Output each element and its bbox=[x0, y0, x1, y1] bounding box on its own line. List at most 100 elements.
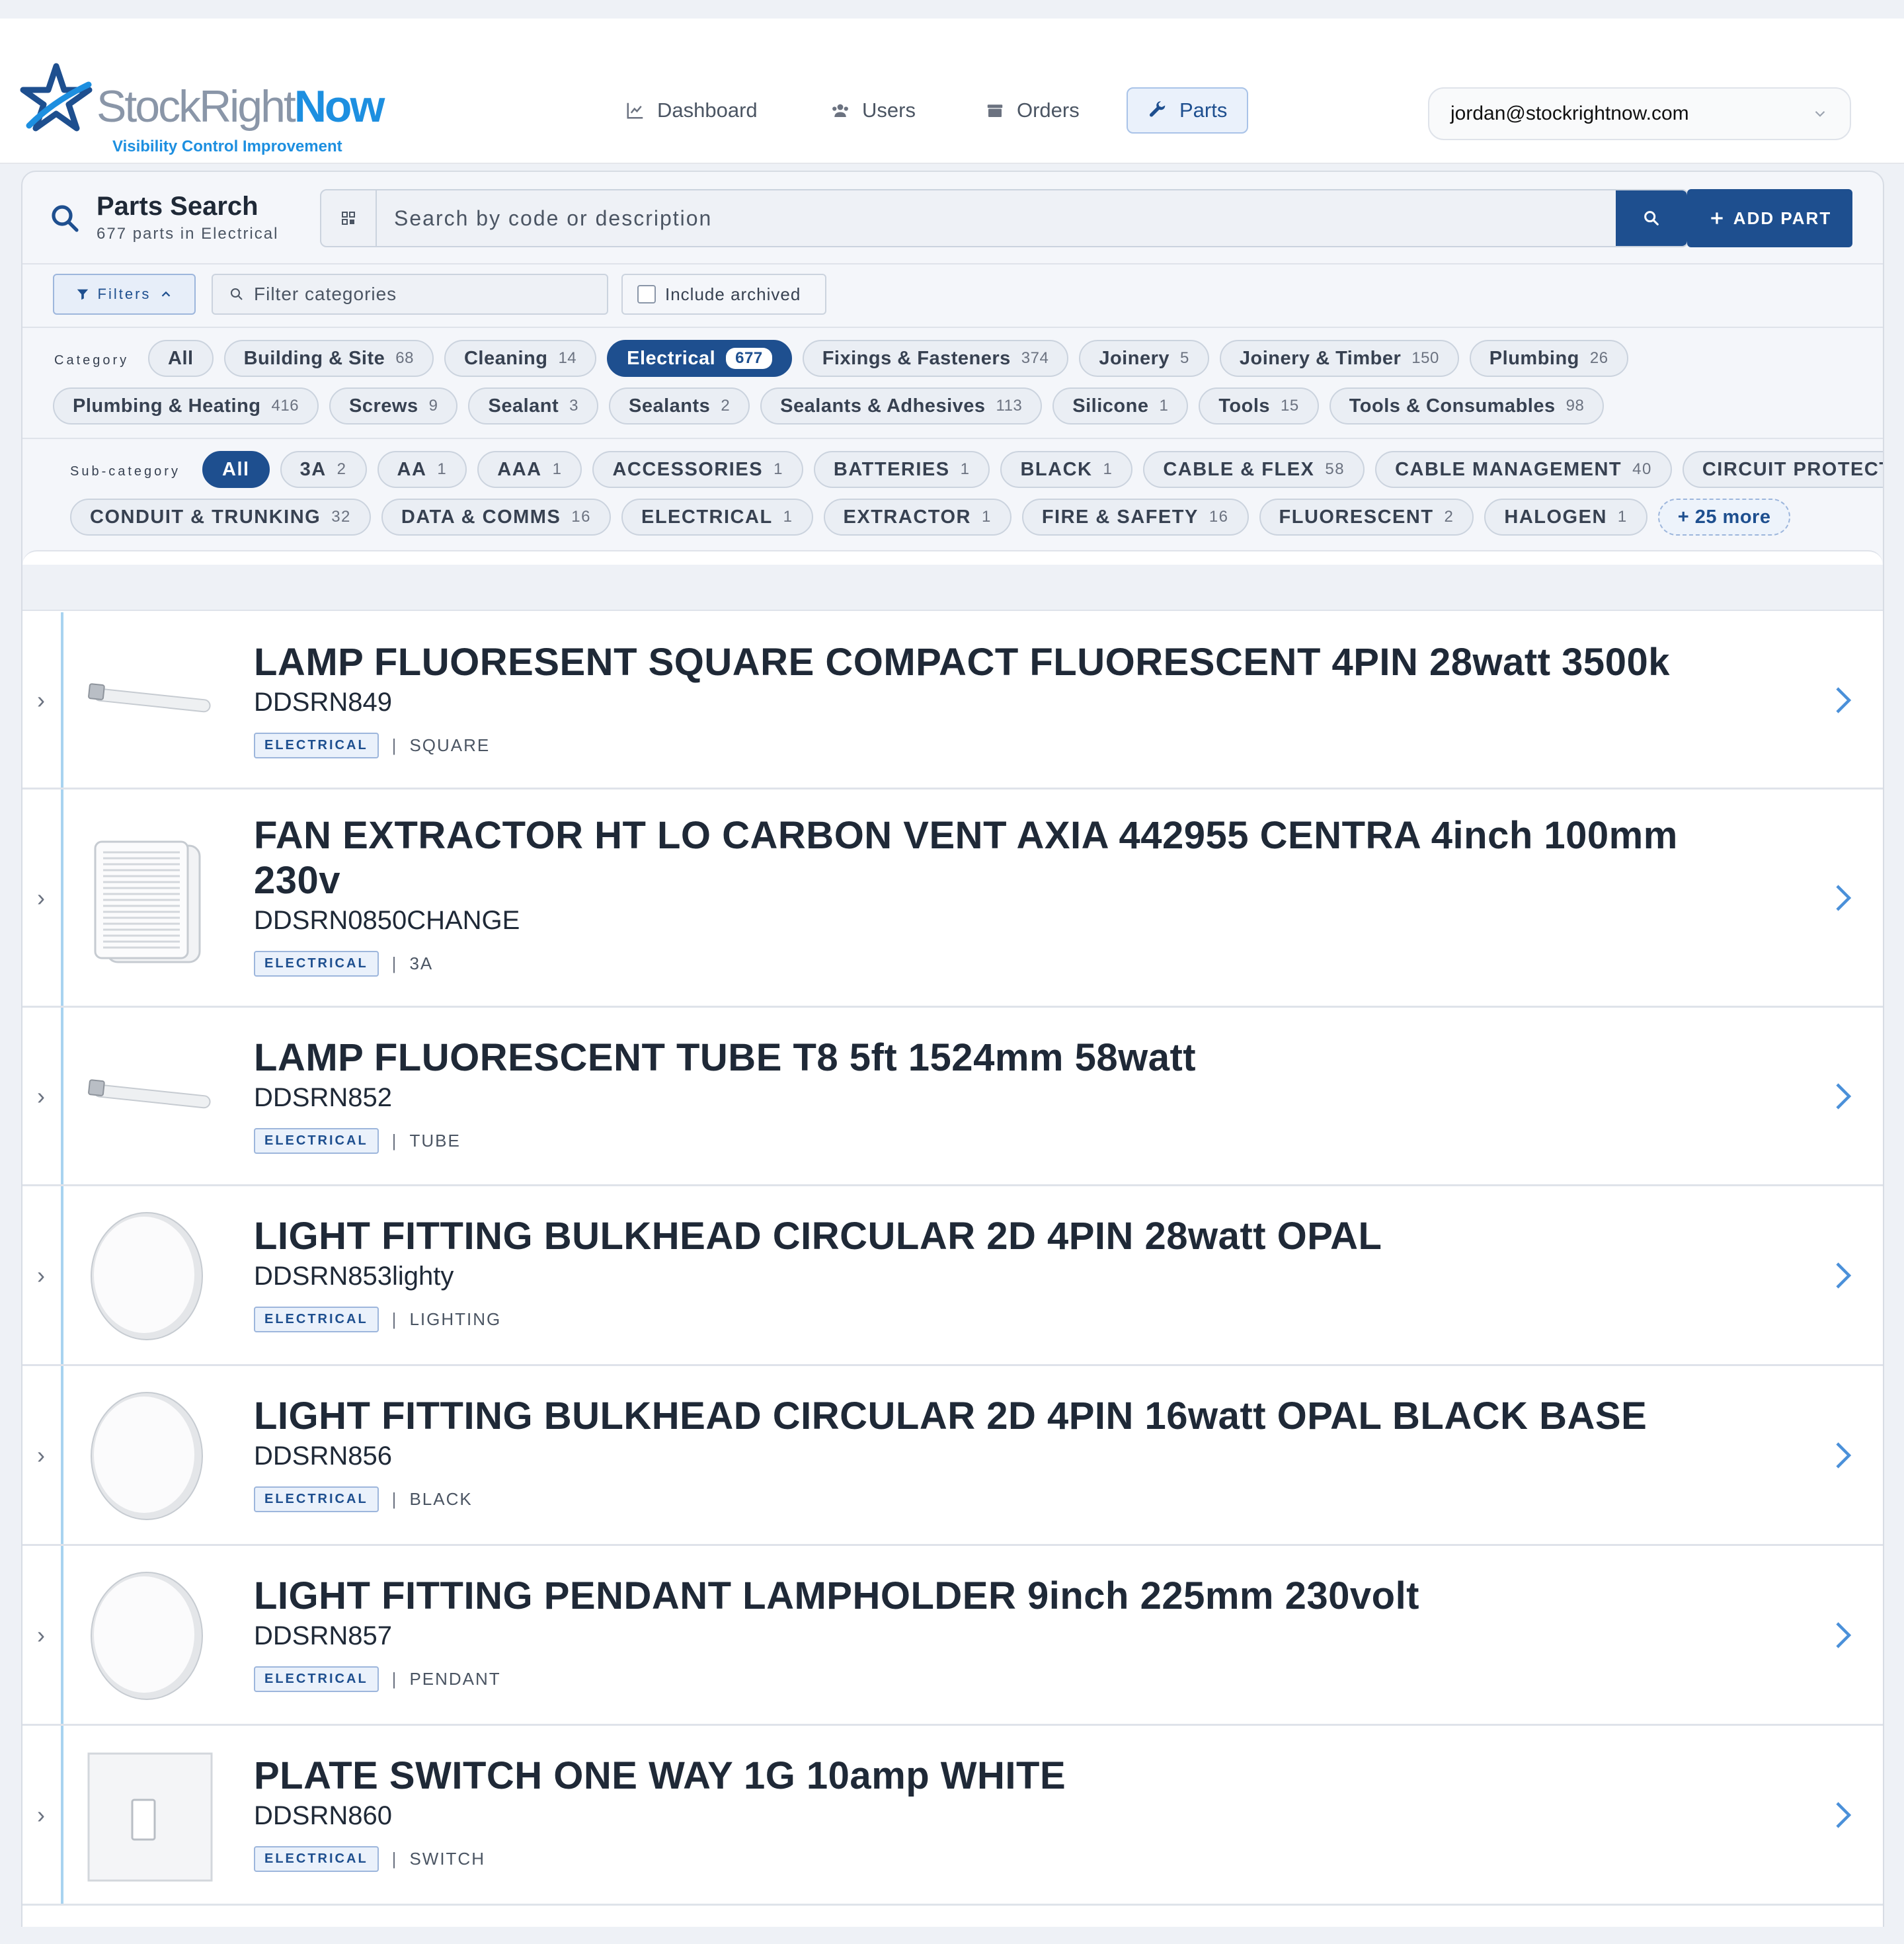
chip-label: Sealants bbox=[629, 395, 711, 417]
subcategory-chip-fire-and-safety[interactable]: FIRE & SAFETY 16 bbox=[1021, 499, 1249, 536]
user-menu[interactable]: jordan@stockrightnow.com bbox=[1428, 87, 1851, 140]
chip-count: 32 bbox=[331, 508, 351, 526]
category-chip-joinery[interactable]: Joinery 5 bbox=[1079, 340, 1209, 377]
archived-checkbox[interactable] bbox=[637, 285, 656, 304]
part-row[interactable]: › PLATE SWITCH ONE WAY 1G 10amp WHITE DDSR… bbox=[22, 1726, 1883, 1906]
expand-toggle[interactable]: › bbox=[22, 1186, 63, 1364]
nav-users[interactable]: Users bbox=[809, 87, 937, 134]
subcategory-chip-cable-management[interactable]: CABLE MANAGEMENT 40 bbox=[1375, 451, 1672, 488]
chevron-right-icon[interactable] bbox=[1831, 1619, 1855, 1651]
category-chip-silicone[interactable]: Silicone 1 bbox=[1052, 387, 1189, 425]
chip-count: 1 bbox=[437, 460, 448, 478]
category-chip-electrical[interactable]: Electrical 677 bbox=[607, 340, 792, 377]
subcategory-chip-aa[interactable]: AA 1 bbox=[377, 451, 467, 488]
search-button[interactable] bbox=[1616, 190, 1687, 246]
chip-count: 1 bbox=[1103, 460, 1113, 478]
tag-separator: | bbox=[391, 1849, 397, 1869]
nav-dashboard[interactable]: Dashboard bbox=[604, 87, 779, 134]
chip-count: 1 bbox=[552, 460, 563, 478]
subcategory-chip-conduit-and-trunking[interactable]: CONDUIT & TRUNKING 32 bbox=[70, 499, 371, 536]
search-input[interactable]: Search by code or description bbox=[320, 189, 1688, 247]
category-chip-sealants-and-adhesives[interactable]: Sealants & Adhesives 113 bbox=[760, 387, 1043, 425]
nav-orders[interactable]: Orders bbox=[964, 87, 1101, 134]
subcategory-chip-batteries[interactable]: BATTERIES 1 bbox=[813, 451, 990, 488]
chevron-right-icon[interactable] bbox=[1831, 1080, 1855, 1112]
subcategory-chip-black[interactable]: BLACK 1 bbox=[1000, 451, 1133, 488]
chevron-right-icon[interactable] bbox=[1831, 684, 1855, 716]
category-filters: Category All Building & Site 68 Cleaning 14 E… bbox=[22, 328, 1883, 439]
subcategory-chip-cable-and-flex[interactable]: CABLE & FLEX 58 bbox=[1143, 451, 1365, 488]
expand-toggle[interactable]: › bbox=[22, 790, 63, 1006]
category-chip-sealant[interactable]: Sealant 3 bbox=[468, 387, 599, 425]
chip-count: 3 bbox=[569, 397, 579, 415]
chip-count: 416 bbox=[271, 397, 299, 415]
nav-parts[interactable]: Parts bbox=[1127, 87, 1249, 134]
category-chip-tools[interactable]: Tools 15 bbox=[1199, 387, 1319, 425]
category-chip-tools-and-consumables[interactable]: Tools & Consumables 98 bbox=[1329, 387, 1605, 425]
category-chip-cleaning[interactable]: Cleaning 14 bbox=[444, 340, 597, 377]
chip-label: BLACK bbox=[1020, 458, 1093, 480]
subcategory-chip-aaa[interactable]: AAA 1 bbox=[477, 451, 582, 488]
category-filter-input[interactable]: Filter categories bbox=[212, 274, 608, 315]
category-chip-sealants[interactable]: Sealants 2 bbox=[609, 387, 750, 425]
chip-count: 14 bbox=[558, 349, 577, 367]
chip-label: BATTERIES bbox=[833, 458, 950, 480]
subcategory-chip-fluorescent[interactable]: FLUORESCENT 2 bbox=[1259, 499, 1474, 536]
category-chip-plumbing[interactable]: Plumbing 26 bbox=[1469, 340, 1628, 377]
logo[interactable]: StockRightNow Visibility Control Improve… bbox=[20, 45, 403, 164]
part-tags: ELECTRICAL | TUBE bbox=[254, 1128, 461, 1154]
part-row[interactable]: › LIGHT FITTING BULKHEAD CIRCULAR 2D 4PIN… bbox=[22, 1186, 1883, 1366]
part-row[interactable]: › LIGHT FITTING PENDANT LAMPHOLDER 9inch … bbox=[22, 1546, 1883, 1726]
filters-label: Filters bbox=[97, 286, 151, 302]
category-chip-all[interactable]: All bbox=[148, 340, 214, 377]
add-part-button[interactable]: ADD PART bbox=[1687, 189, 1852, 247]
scan-icon[interactable] bbox=[321, 190, 377, 246]
category-chip-screws[interactable]: Screws 9 bbox=[329, 387, 458, 425]
part-image bbox=[86, 1390, 218, 1522]
part-row[interactable]: › FAN EXTRACTOR HT LO CARBON VENT AXIA 44… bbox=[22, 790, 1883, 1008]
include-archived-toggle[interactable]: Include archived bbox=[621, 274, 826, 315]
expand-toggle[interactable]: › bbox=[22, 1726, 63, 1904]
subcategory-chip-electrical[interactable]: ELECTRICAL 1 bbox=[621, 499, 813, 536]
chip-count: 150 bbox=[1411, 349, 1439, 367]
chip-label: ACCESSORIES bbox=[612, 458, 764, 480]
nav-label: Users bbox=[862, 99, 916, 122]
category-chip-building-and-site[interactable]: Building & Site 68 bbox=[223, 340, 434, 377]
chip-label: CABLE MANAGEMENT bbox=[1395, 458, 1622, 480]
chip-label: Building & Site bbox=[243, 347, 385, 369]
add-part-label: ADD PART bbox=[1733, 208, 1832, 228]
subcategory-chip-circuit-protection[interactable]: CIRCUIT PROTECTION70 bbox=[1682, 451, 1883, 488]
subcategory-text: BLACK bbox=[409, 1489, 473, 1509]
part-code: DDSRN860 bbox=[254, 1801, 392, 1830]
chip-label: EXTRACTOR bbox=[843, 506, 971, 528]
chip-label: Fixings & Fasteners bbox=[822, 347, 1011, 369]
subcategory-chip-halogen[interactable]: HALOGEN 1 bbox=[1484, 499, 1647, 536]
chevron-right-icon[interactable] bbox=[1831, 1439, 1855, 1471]
more-subcategories-button[interactable]: + 25 more bbox=[1657, 499, 1791, 536]
chevron-right-icon: › bbox=[37, 1801, 45, 1828]
subcategory-chip-all[interactable]: All bbox=[202, 451, 270, 488]
part-row[interactable]: › LAMP FLUORESCENT TUBE T8 5ft 1524mm 58w… bbox=[22, 1008, 1883, 1186]
chip-label: CIRCUIT PROTECTION bbox=[1702, 458, 1883, 480]
expand-toggle[interactable]: › bbox=[22, 1366, 63, 1544]
category-chip-fixings-and-fasteners[interactable]: Fixings & Fasteners 374 bbox=[802, 340, 1069, 377]
category-chip-plumbing-and-heating[interactable]: Plumbing & Heating 416 bbox=[53, 387, 319, 425]
subcategory-chip-extractor[interactable]: EXTRACTOR 1 bbox=[823, 499, 1012, 536]
expand-toggle[interactable]: › bbox=[22, 1546, 63, 1724]
expand-toggle[interactable]: › bbox=[22, 612, 63, 788]
part-row[interactable]: › LIGHT FITTING BULKHEAD CIRCULAR 2D 4PIN… bbox=[22, 1366, 1883, 1546]
chart-line-icon bbox=[627, 102, 643, 119]
category-filter-placeholder: Filter categories bbox=[254, 284, 397, 304]
part-tags: ELECTRICAL | SQUARE bbox=[254, 733, 490, 758]
category-chip-joinery-and-timber[interactable]: Joinery & Timber 150 bbox=[1219, 340, 1459, 377]
filters-toggle[interactable]: Filters bbox=[53, 274, 196, 315]
subcategory-chip-3a[interactable]: 3A 2 bbox=[280, 451, 367, 488]
chip-count: 16 bbox=[571, 508, 591, 526]
chevron-right-icon[interactable] bbox=[1831, 1799, 1855, 1831]
expand-toggle[interactable]: › bbox=[22, 1008, 63, 1184]
chevron-right-icon[interactable] bbox=[1831, 882, 1855, 914]
chevron-right-icon[interactable] bbox=[1831, 1260, 1855, 1291]
part-row[interactable]: › LAMP FLUORESENT SQUARE COMPACT FLUORESC… bbox=[22, 612, 1883, 790]
subcategory-chip-accessories[interactable]: ACCESSORIES 1 bbox=[592, 451, 803, 488]
subcategory-chip-data-and-comms[interactable]: DATA & COMMS 16 bbox=[381, 499, 611, 536]
